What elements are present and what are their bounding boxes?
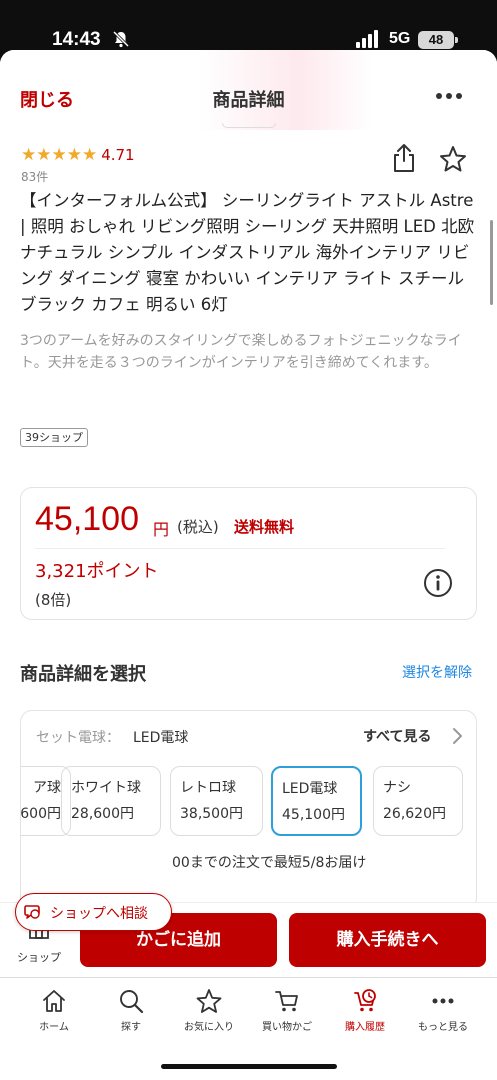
variant-label: セット電球： (36, 730, 120, 746)
product-detail-sheet: 閉じる 商品詳細 ★★★★★ 4.71 83件 【インターフォルム公式】 シーリン… (0, 50, 497, 1080)
option-price: 38,500円 (180, 806, 243, 822)
tab-label: 購入履歴 (345, 1022, 385, 1033)
delivery-estimate: 00までの注文で最短5/8お届け (172, 855, 367, 871)
status-time: 14:43 (52, 29, 101, 50)
variant-option[interactable]: ナシ 26,620円 (373, 766, 463, 836)
points-multiplier: (8倍) (35, 591, 72, 609)
product-description: 3つのアームを好みのスタイリングで楽しめるフォトジェニックなライト。天井を走る３… (20, 333, 462, 371)
rating[interactable]: ★★★★★ 4.71 (21, 144, 135, 166)
tab-cart[interactable]: 買い物かご (247, 988, 327, 1033)
tab-home[interactable]: ホーム (14, 988, 94, 1033)
star-icon (196, 989, 222, 1013)
price-amount: 45,100 (35, 500, 139, 538)
tab-label: 買い物かご (262, 1022, 312, 1033)
battery-tip (455, 37, 458, 43)
signal-icon (356, 30, 378, 48)
variant-card: セット電球： LED電球 すべて見る ア球 600円 ホワイト球 28,600円… (20, 710, 477, 910)
header: 閉じる 商品詳細 (0, 50, 497, 130)
free-shipping-label: 送料無料 (234, 518, 295, 536)
section-title: 商品詳細を選択 (20, 664, 146, 685)
tab-purchase-history[interactable]: 購入履歴 (325, 988, 405, 1033)
tax-note: (税込) (177, 518, 219, 536)
checkout-button[interactable]: 購入手続きへ (289, 913, 486, 967)
chevron-right-icon[interactable] (451, 727, 463, 745)
option-price: 600円 (20, 806, 61, 822)
page-title: 商品詳細 (212, 90, 285, 111)
share-icon[interactable] (391, 143, 417, 173)
more-icon (432, 998, 454, 1004)
shop-badge: 39ショップ (20, 428, 88, 447)
rating-stars: ★★★★★ (21, 144, 98, 165)
bell-muted-icon (112, 30, 130, 48)
image-tab-handle (222, 123, 276, 128)
scrollbar[interactable] (490, 220, 493, 305)
option-name: ホワイト球 (71, 780, 141, 796)
favorite-star-icon[interactable] (439, 145, 467, 173)
price-currency: 円 (153, 520, 170, 539)
home-icon (43, 990, 65, 1012)
search-icon (120, 990, 144, 1014)
option-name: レトロ球 (180, 780, 236, 796)
variant-option[interactable]: ホワイト球 28,600円 (61, 766, 161, 836)
tab-label: お気に入り (184, 1022, 234, 1033)
price-card: 45,100 円 (税込) 送料無料 3,321ポイント (8倍) (20, 487, 477, 620)
tab-search[interactable]: 探す (91, 988, 171, 1033)
option-name: LED電球 (282, 781, 338, 797)
chat-icon (24, 905, 40, 919)
tab-label: もっと見る (418, 1022, 468, 1033)
option-price: 45,100円 (282, 807, 345, 823)
shop-label[interactable]: ショップ (17, 949, 61, 965)
battery-level: 48 (418, 31, 454, 49)
clear-selection-link[interactable]: 選択を解除 (402, 662, 472, 682)
points: 3,321ポイント (35, 561, 159, 582)
product-title: 【インターフォルム公式】 シーリングライト アストル Astre | 照明 おし… (20, 191, 475, 314)
network-type: 5G (389, 30, 411, 47)
tab-label: ホーム (39, 1022, 69, 1033)
tab-more[interactable]: もっと見る (403, 988, 483, 1033)
cart-icon (275, 991, 298, 1012)
more-options-icon[interactable] (434, 88, 464, 102)
option-price: 28,600円 (71, 806, 134, 822)
review-count[interactable]: 83件 (21, 168, 48, 185)
variant-value: LED電球 (133, 730, 189, 746)
tab-favorites[interactable]: お気に入り (169, 988, 249, 1033)
variant-option[interactable]: レトロ球 38,500円 (170, 766, 263, 836)
variant-option-selected[interactable]: LED電球 45,100円 (271, 766, 362, 836)
option-name: ア球 (33, 780, 61, 796)
rating-value: 4.71 (101, 145, 135, 164)
see-all-link[interactable]: すべて見る (363, 726, 431, 746)
info-icon[interactable] (423, 568, 453, 598)
option-name: ナシ (383, 780, 411, 796)
shop-consult-button[interactable]: ショップへ相談 (15, 893, 172, 931)
divider (35, 548, 445, 549)
history-icon (354, 989, 376, 1012)
tab-label: 探す (121, 1022, 141, 1033)
consult-label: ショップへ相談 (50, 906, 148, 922)
option-price: 26,620円 (383, 806, 446, 822)
home-indicator[interactable] (161, 1064, 337, 1069)
